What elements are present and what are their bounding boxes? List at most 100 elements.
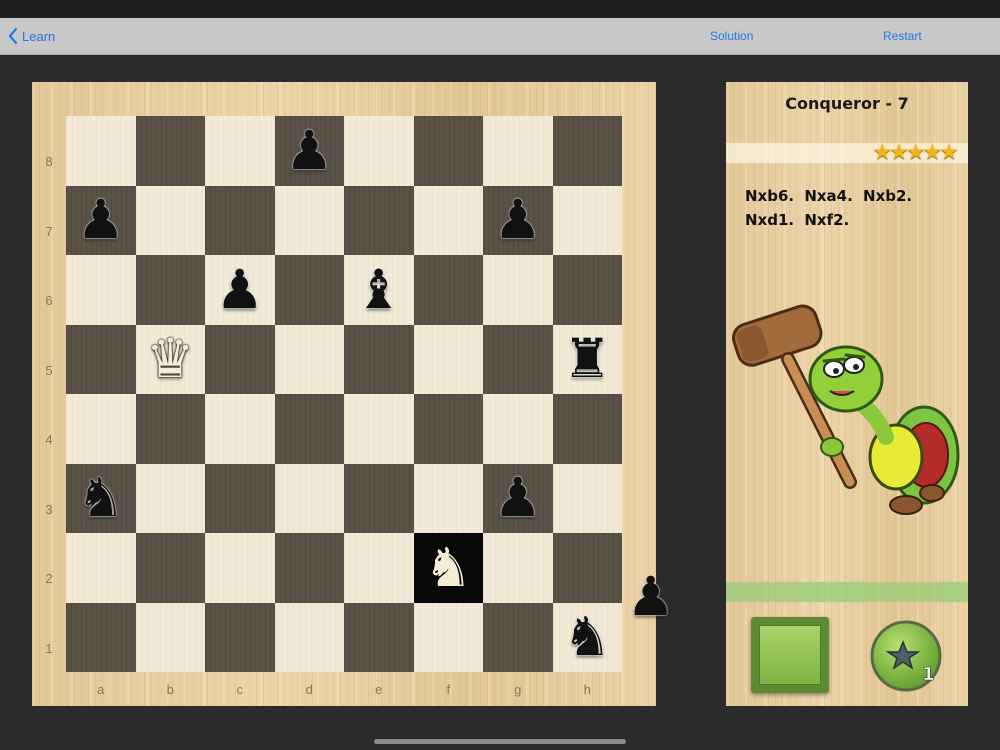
square-g1[interactable] xyxy=(483,602,553,672)
square-b3[interactable] xyxy=(135,463,205,533)
restart-button[interactable]: Restart xyxy=(883,18,922,54)
square-d2[interactable] xyxy=(274,533,344,603)
square-a2[interactable] xyxy=(66,533,136,603)
square-b6[interactable] xyxy=(135,255,205,325)
black-knight-a3[interactable]: ♞ xyxy=(66,464,136,534)
home-indicator xyxy=(374,739,626,744)
rank-label: 5 xyxy=(45,362,53,378)
square-h6[interactable] xyxy=(552,255,622,325)
square-d6[interactable] xyxy=(274,255,344,325)
black-pawn-d8[interactable]: ♟ xyxy=(275,116,345,186)
rank-label: 6 xyxy=(45,293,53,308)
black-knight-h1[interactable]: ♞ xyxy=(553,603,623,673)
puzzle-panel: Conqueror - 7 ★★★★★ Nxb6. Nxa4. Nxb2. Nx… xyxy=(726,82,968,706)
move-list: Nxb6. Nxa4. Nxb2. Nxd1. Nxf2. xyxy=(745,187,913,229)
square-e5[interactable] xyxy=(344,324,414,394)
black-pawn-c6[interactable]: ♟ xyxy=(205,255,275,325)
square-e8[interactable] xyxy=(344,116,414,186)
square-b2[interactable] xyxy=(135,533,205,603)
square-c3[interactable] xyxy=(205,463,275,533)
file-label: b xyxy=(166,682,174,697)
square-h4[interactable] xyxy=(552,394,622,464)
square-g8[interactable] xyxy=(483,116,553,186)
navigation-bar: Learn Solution Restart xyxy=(0,18,1000,55)
square-e7[interactable] xyxy=(344,185,414,255)
black-pawn-g3[interactable]: ♟ xyxy=(483,464,553,534)
file-label: e xyxy=(375,682,383,697)
square-b1[interactable] xyxy=(135,602,205,672)
chess-board: ♟ ♟ ♟ ♟ ♝ ♛ ♜ ♞ ♟ ♞ ♞ 87654321abcdefgh xyxy=(32,82,656,706)
puzzle-title: Conqueror - 7 xyxy=(785,94,909,113)
file-label: c xyxy=(236,682,244,697)
square-d5[interactable] xyxy=(274,324,344,394)
square-h2[interactable] xyxy=(552,533,622,603)
white-queen-b5[interactable]: ♛ xyxy=(136,325,206,395)
square-d4[interactable] xyxy=(274,394,344,464)
back-label: Learn xyxy=(22,28,56,44)
rank-label: 3 xyxy=(45,501,53,517)
white-knight-f2[interactable]: ♞ xyxy=(414,533,484,603)
rank-label: 7 xyxy=(45,223,53,239)
square-e3[interactable] xyxy=(344,463,414,533)
file-label: g xyxy=(514,682,522,697)
back-button[interactable]: Learn xyxy=(8,18,55,54)
square-b8[interactable] xyxy=(135,116,205,186)
file-label: h xyxy=(583,682,591,697)
square-c8[interactable] xyxy=(205,116,275,186)
file-label: d xyxy=(305,682,313,697)
square-c4[interactable] xyxy=(205,394,275,464)
rank-label: 4 xyxy=(45,432,53,447)
solution-button[interactable]: Solution xyxy=(710,18,753,54)
square-a5[interactable] xyxy=(66,324,136,394)
square-f3[interactable] xyxy=(413,463,483,533)
square-c1[interactable] xyxy=(205,602,275,672)
square-e1[interactable] xyxy=(344,602,414,672)
square-g6[interactable] xyxy=(483,255,553,325)
square-f6[interactable] xyxy=(413,255,483,325)
square-f1[interactable] xyxy=(413,602,483,672)
square-h3[interactable] xyxy=(552,463,622,533)
square-d1[interactable] xyxy=(274,602,344,672)
square-c2[interactable] xyxy=(205,533,275,603)
square-d3[interactable] xyxy=(274,463,344,533)
square-f4[interactable] xyxy=(413,394,483,464)
board-grid: ♟ ♟ ♟ ♟ ♝ ♛ ♜ ♞ ♟ ♞ ♞ xyxy=(66,116,622,672)
rank-label: 8 xyxy=(45,154,53,169)
black-rook-h5[interactable]: ♜ xyxy=(553,325,623,395)
square-e2[interactable] xyxy=(344,533,414,603)
square-c5[interactable] xyxy=(205,324,275,394)
file-label: a xyxy=(97,682,105,697)
turtle-hammer-mascot xyxy=(732,304,960,515)
black-pawn-g7[interactable]: ♟ xyxy=(483,186,553,256)
black-pawn-a7[interactable]: ♟ xyxy=(66,186,136,256)
rank-label: 1 xyxy=(45,640,53,656)
rank-label: 2 xyxy=(45,571,53,586)
square-f5[interactable] xyxy=(413,324,483,394)
square-f8[interactable] xyxy=(413,116,483,186)
hint-count: 1 xyxy=(922,664,935,685)
chevron-left-icon xyxy=(8,28,18,44)
square-e4[interactable] xyxy=(344,394,414,464)
hint-button[interactable]: 1 xyxy=(870,620,942,692)
black-bishop-e6[interactable]: ♝ xyxy=(344,255,414,325)
square-g5[interactable] xyxy=(483,324,553,394)
action-button[interactable] xyxy=(751,617,829,693)
square-g2[interactable] xyxy=(483,533,553,603)
dragged-black-pawn[interactable]: ♟ xyxy=(616,562,686,632)
file-label: f xyxy=(446,682,451,697)
square-a8[interactable] xyxy=(66,116,136,186)
square-d7[interactable] xyxy=(274,185,344,255)
square-a1[interactable] xyxy=(66,602,136,672)
square-a6[interactable] xyxy=(66,255,136,325)
square-a4[interactable] xyxy=(66,394,136,464)
square-h8[interactable] xyxy=(552,116,622,186)
status-bar xyxy=(0,0,1000,18)
square-h7[interactable] xyxy=(552,185,622,255)
square-b4[interactable] xyxy=(135,394,205,464)
square-c7[interactable] xyxy=(205,185,275,255)
square-g4[interactable] xyxy=(483,394,553,464)
star-rating: ★★★★★ xyxy=(872,140,959,165)
square-b7[interactable] xyxy=(135,185,205,255)
square-f7[interactable] xyxy=(413,185,483,255)
progress-band xyxy=(726,582,968,602)
